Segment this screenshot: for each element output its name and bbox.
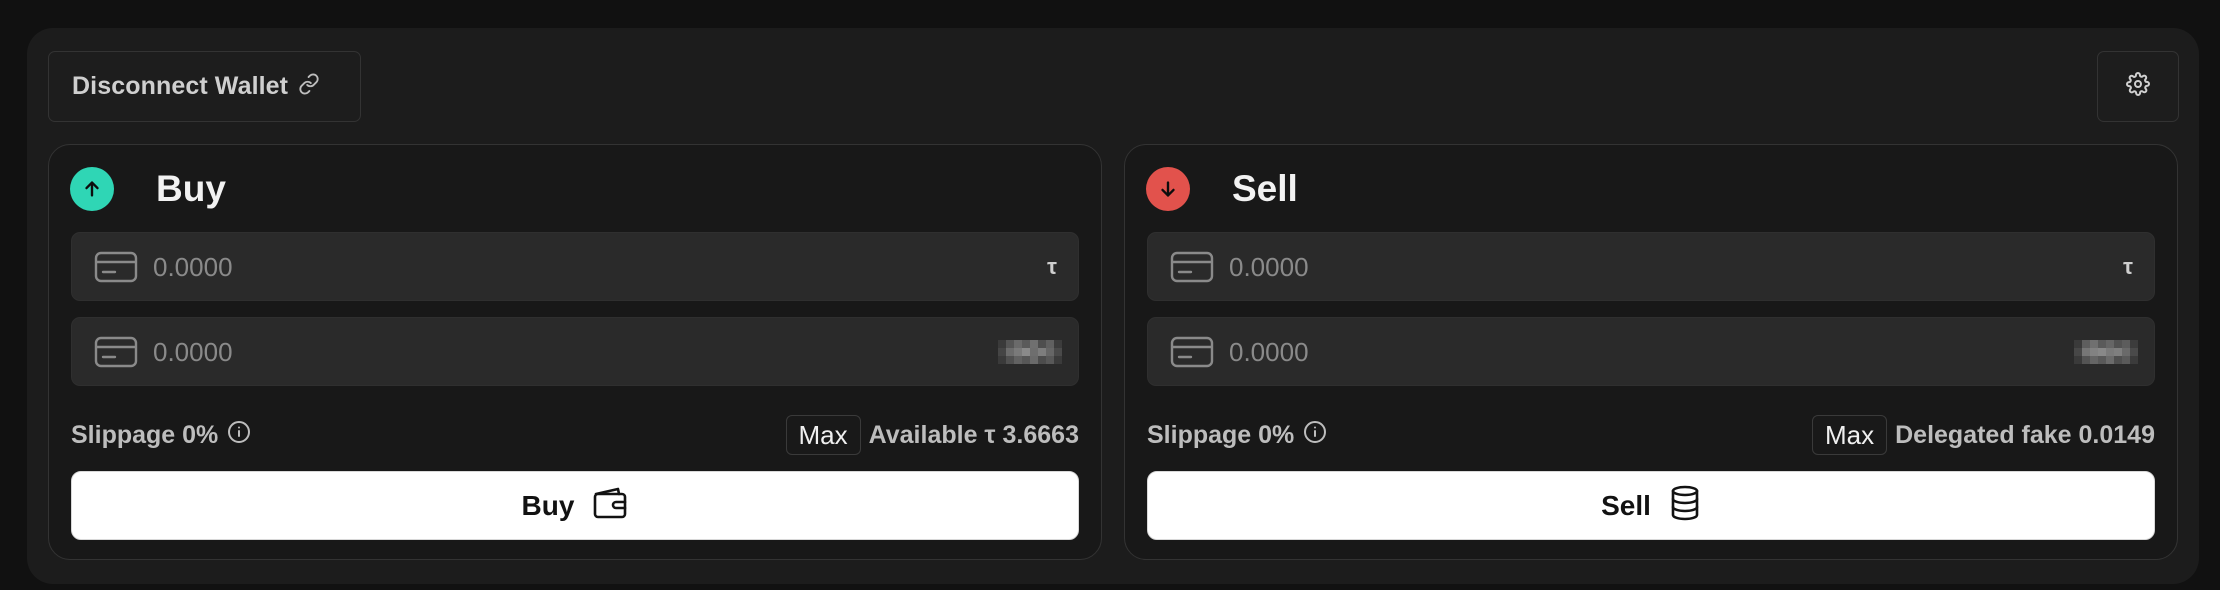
buy-available-group: Max Available τ 3.6663 (785, 413, 1079, 457)
sell-delegated-group: Max Delegated fake 0.0149 (1811, 413, 2155, 457)
token-symbol-redacted (998, 340, 1062, 364)
buy-button[interactable]: Buy (71, 471, 1079, 540)
wallet-icon (592, 486, 628, 525)
token-symbol-redacted (2074, 340, 2138, 364)
available-balance: Available τ 3.6663 (868, 420, 1079, 449)
disconnect-wallet-label: Disconnect Wallet (72, 72, 289, 100)
sell-receive-input[interactable] (1227, 318, 2051, 387)
credit-card-icon (1170, 251, 1214, 288)
buy-title: Buy (156, 168, 226, 209)
credit-card-icon (1170, 336, 1214, 373)
sell-meta-row: Slippage 0% Max Delegated fake 0.0149 (1147, 413, 2155, 457)
tao-symbol: τ (1047, 254, 1057, 279)
arrow-down-circle-icon (1146, 167, 1190, 211)
slippage-label: Slippage 0% (1147, 420, 1295, 449)
buy-meta-row: Slippage 0% Max Available τ 3.6663 (71, 413, 1079, 457)
sell-max-button[interactable]: Max (1811, 415, 1888, 455)
gear-icon (2126, 72, 2150, 101)
slippage-label: Slippage 0% (71, 420, 219, 449)
delegated-balance: Delegated fake 0.0149 (1895, 420, 2155, 449)
buy-max-button[interactable]: Max (785, 415, 861, 455)
sell-panel: Sell τ (1124, 144, 2178, 560)
sell-receive-field[interactable] (1147, 317, 2155, 387)
trade-card: Disconnect Wallet Buy 0.0000 τ 0.0000 Sl… (27, 28, 2199, 584)
sell-amount-input[interactable] (1227, 233, 2051, 302)
settings-button[interactable] (2097, 51, 2179, 122)
buy-receive-input[interactable] (151, 318, 975, 387)
buy-amount-input[interactable] (151, 233, 975, 302)
buy-amount-field[interactable]: τ (71, 232, 1079, 302)
credit-card-icon (94, 251, 138, 288)
sell-title: Sell (1232, 168, 1298, 209)
link-icon (298, 73, 320, 100)
slippage-info[interactable]: Slippage 0% (71, 413, 251, 457)
database-icon (1669, 485, 1701, 526)
arrow-up-circle-icon (70, 167, 114, 211)
buy-button-label: Buy (521, 489, 575, 521)
buy-receive-field[interactable] (71, 317, 1079, 387)
buy-panel: Buy τ (48, 144, 1102, 560)
sell-amount-field[interactable]: τ (1147, 232, 2155, 302)
info-icon[interactable] (227, 420, 251, 451)
sell-button-label: Sell (1601, 489, 1651, 521)
slippage-info[interactable]: Slippage 0% (1147, 413, 1327, 457)
disconnect-wallet-button[interactable]: Disconnect Wallet (48, 51, 361, 122)
tao-symbol: τ (2123, 254, 2133, 279)
sell-button[interactable]: Sell (1147, 471, 2155, 540)
credit-card-icon (94, 336, 138, 373)
info-icon[interactable] (1303, 420, 1327, 451)
